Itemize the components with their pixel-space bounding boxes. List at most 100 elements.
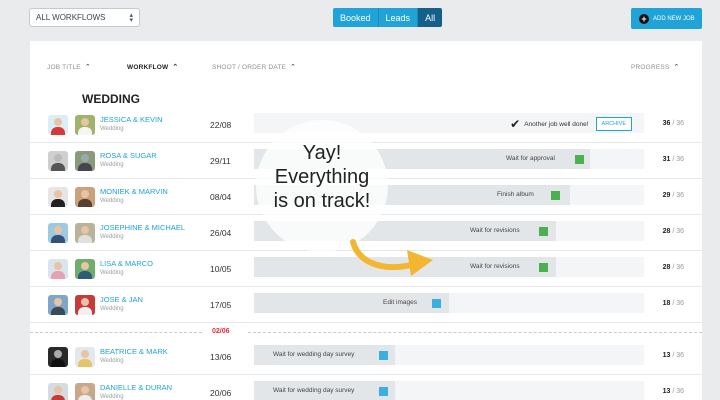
workflow-label: Wedding [100,270,124,276]
progress-total: / 36 [672,352,684,359]
column-header-workflow[interactable]: WORKFLOW ⌃ [127,63,178,71]
shoot-date: 20/06 [210,388,232,398]
client-names-link[interactable]: JOSE & JAN [100,295,143,304]
stage-label: Wait for wedding day survey [273,387,355,394]
today-date: 02/06 [212,328,230,335]
status-square-icon [379,387,388,396]
progress-done: 28 [662,264,671,271]
client-names-link[interactable]: MONIEK & MARVIN [100,187,168,196]
progress-count: 18 / 36 [663,300,684,307]
avatar [75,151,95,171]
workflow-select[interactable]: ALL WORKFLOWS ▴ ▾ [29,8,140,27]
avatar [75,115,95,135]
status-square-icon [551,191,560,200]
column-header-shoot-date[interactable]: SHOOT / ORDER DATE ⌃ [212,63,296,71]
workflow-label: Wedding [100,126,124,132]
avatar [48,383,68,400]
avatar [75,259,95,279]
progress-track: Wait for wedding day survey [254,381,644,400]
sort-up-icon: ⌃ [290,64,297,71]
filter-all-button[interactable]: All [417,8,443,27]
avatar [48,115,68,135]
status-square-icon [539,227,548,236]
shoot-date: 13/06 [210,352,232,362]
shoot-date: 10/05 [210,264,232,274]
progress-done: 29 [662,192,671,199]
workflow-label: Wedding [100,306,124,312]
add-new-job-button[interactable]: + ADD NEW JOB [631,8,702,29]
client-names-link[interactable]: JESSICA & KEVIN [100,115,163,124]
stage-label: Another job well done! [524,120,589,128]
client-names-link[interactable]: DANIELLE & DURAN [100,383,172,392]
status-square-icon [539,263,548,272]
table-row[interactable]: DANIELLE & DURAN Wedding 20/06 Wait for … [30,375,702,400]
filter-leads-button[interactable]: Leads [377,8,418,27]
progress-count: 31 / 36 [663,156,684,163]
add-new-job-label: ADD NEW JOB [653,15,695,22]
progress-total: / 36 [672,228,684,235]
progress-done: 18 [662,300,671,307]
group-title: WEDDING [82,92,140,106]
checkmark-icon: ✔ [510,117,521,131]
workflow-label: Wedding [100,162,124,168]
client-names-link[interactable]: LISA & MARCO [100,259,153,268]
filter-booked-button[interactable]: Booked [333,8,378,27]
status-square-icon [432,299,441,308]
avatar [75,187,95,207]
plus-icon: + [639,13,649,24]
workflow-label: Wedding [100,198,124,204]
progress-track: Edit images [254,293,644,313]
status-square-icon [575,155,584,164]
divider-line [248,332,702,333]
column-header-progress[interactable]: PROGRESS ⌃ [631,63,680,71]
progress-done: 28 [662,228,671,235]
stage-label: Finish album [497,191,534,198]
progress-total: / 36 [672,192,684,199]
stage-label: Wait for approval [506,155,555,162]
avatar [48,151,68,171]
avatar [75,295,95,315]
shoot-date: 17/05 [210,300,232,310]
progress-done: 13 [662,388,671,395]
column-header-label: JOB TITLE [47,64,81,71]
progress-done: 36 [662,120,671,127]
workflow-label: Wedding [100,234,124,240]
avatar [75,347,95,367]
filter-segmented-control: Booked Leads All [333,8,443,27]
sort-up-icon: ⌃ [673,64,680,71]
progress-count: 13 / 36 [663,388,684,395]
shoot-date: 08/04 [210,192,232,202]
column-header-job-title[interactable]: JOB TITLE ⌃ [47,63,91,71]
progress-total: / 36 [672,264,684,271]
progress-track: Wait for revisions [254,257,644,277]
progress-done: 13 [662,352,671,359]
shoot-date: 29/11 [210,156,231,166]
callout-text: Yay! Everything is on track! [256,141,388,213]
shoot-date: 22/08 [210,120,232,130]
avatar [48,223,68,243]
client-names-link[interactable]: JOSEPHINE & MICHAEL [100,223,185,232]
progress-total: / 36 [672,388,684,395]
avatar [48,295,68,315]
stage-label: Wait for wedding day survey [273,351,355,358]
status-square-icon [379,351,388,360]
table-row[interactable]: BEATRICE & MARK Wedding 13/06 Wait for w… [30,339,702,375]
column-header-label: WORKFLOW [127,64,169,71]
workflow-select-value: ALL WORKFLOWS [36,13,106,22]
progress-total: / 36 [672,120,684,127]
stage-label: Edit images [383,299,417,306]
workflow-label: Wedding [100,358,124,364]
avatar [75,383,95,400]
archive-button[interactable]: ARCHIVE [595,117,632,131]
curved-arrow-icon [350,239,433,276]
avatar [48,347,68,367]
progress-done: 31 [662,156,671,163]
table-row[interactable]: JOSE & JAN Wedding 17/05 Edit images 18 … [30,287,702,323]
stage-label: Wait for revisions [470,227,520,234]
client-names-link[interactable]: BEATRICE & MARK [100,347,168,356]
progress-count: 29 / 36 [663,192,684,199]
callout-line: is on track! [273,190,371,212]
client-names-link[interactable]: ROSA & SUGAR [100,151,157,160]
column-header-label: SHOOT / ORDER DATE [212,64,287,71]
callout-line: Everything [274,166,370,188]
